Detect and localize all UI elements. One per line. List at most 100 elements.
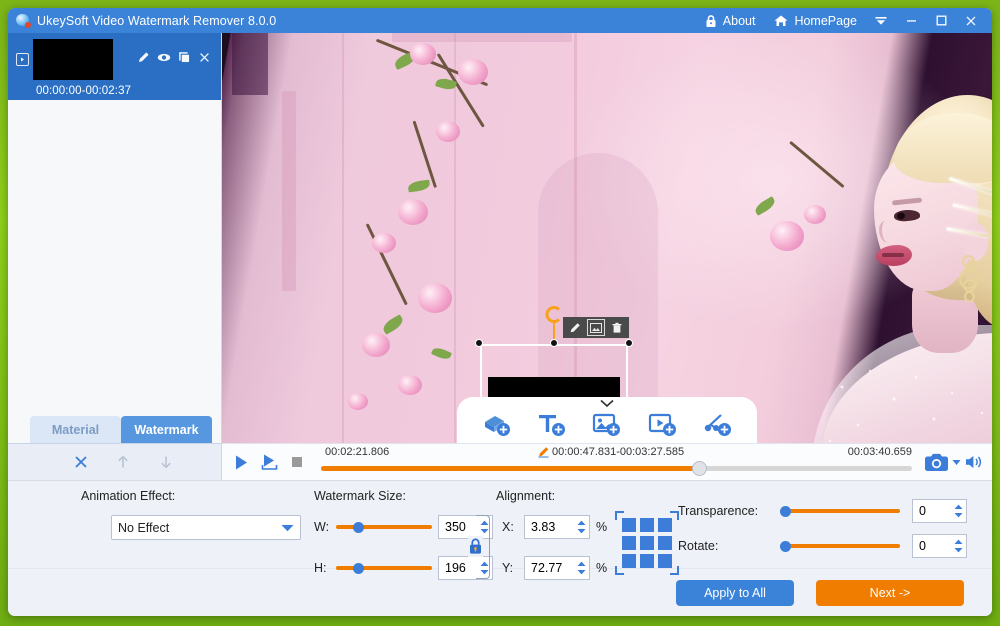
x-spin-arrows[interactable] [577, 520, 586, 534]
total-time-label: 00:03:40.659 [847, 445, 912, 458]
dress-sparkles [828, 347, 984, 443]
alignment-group: Alignment: X: 3.83 % Y: 72.77 % [496, 481, 679, 580]
trash-icon[interactable] [608, 319, 626, 336]
transparence-value: 0 [919, 504, 926, 518]
video-thumbnail[interactable] [33, 39, 113, 80]
play-selection-button[interactable] [260, 452, 281, 473]
close-button[interactable] [956, 8, 986, 33]
animation-effect-value: No Effect [118, 520, 170, 535]
timeline-bar: 00:02:21.806 00:00:47.831-00:03:27.585 0… [222, 443, 992, 480]
watermark-size-group: Watermark Size: W: 350 H: 196 [308, 481, 493, 580]
selection-range-label: 00:00:47.831-00:03:27.585 [551, 445, 685, 458]
sidebar-tabs: Material Watermark [8, 416, 221, 443]
rotate-slider[interactable] [780, 539, 900, 553]
timeline-progress[interactable] [321, 460, 912, 476]
homepage-button[interactable]: HomePage [764, 8, 866, 33]
align-bottom-left[interactable] [622, 554, 636, 568]
rotate-label: Rotate: [678, 539, 719, 553]
width-slider[interactable] [336, 520, 432, 534]
add-mosaic-button[interactable] [482, 411, 511, 438]
pencil-icon[interactable] [537, 446, 549, 458]
image-swap-icon[interactable] [587, 319, 605, 336]
app-window: UkeySoft Video Watermark Remover 8.0.0 A… [8, 8, 992, 616]
lock-icon [704, 14, 718, 28]
apply-to-all-button[interactable]: Apply to All [676, 579, 794, 606]
tab-material[interactable]: Material [30, 416, 121, 443]
align-top-center[interactable] [640, 518, 654, 532]
transparence-slider[interactable] [780, 504, 900, 518]
app-logo-icon [16, 13, 31, 28]
width-value: 350 [445, 520, 466, 534]
align-top-right[interactable] [658, 518, 672, 532]
camera-icon[interactable] [924, 452, 949, 472]
rotate-stepper[interactable]: 0 [912, 534, 967, 558]
add-image-button[interactable] [592, 411, 621, 438]
pencil-icon[interactable] [566, 319, 584, 336]
minimize-button[interactable] [896, 8, 926, 33]
title-bar: UkeySoft Video Watermark Remover 8.0.0 A… [8, 8, 992, 33]
width-row: W: 350 [314, 515, 493, 539]
align-bottom-center[interactable] [640, 554, 654, 568]
chevron-down-icon [281, 524, 294, 532]
home-icon [773, 14, 789, 28]
timeline-labels: 00:02:21.806 00:00:47.831-00:03:27.585 0… [313, 446, 914, 461]
add-effect-button[interactable] [703, 411, 732, 438]
watermark-list-actions [8, 443, 221, 480]
titlebar-actions: About HomePage [695, 8, 986, 33]
x-stepper[interactable]: 3.83 [524, 515, 590, 539]
rotate-spin-arrows[interactable] [954, 539, 963, 553]
y-stepper[interactable]: 72.77 [524, 556, 590, 580]
copy-icon[interactable] [178, 51, 191, 64]
chevron-down-icon[interactable] [952, 458, 961, 466]
close-icon[interactable] [198, 51, 211, 64]
footer-actions: Apply to All Next -> [8, 568, 992, 616]
move-down-button[interactable] [157, 453, 175, 471]
height-row: H: 196 [314, 556, 493, 580]
pencil-icon[interactable] [137, 51, 150, 64]
animation-effect-select[interactable]: No Effect [111, 515, 301, 540]
delete-watermark-button[interactable] [72, 453, 90, 471]
align-top-left[interactable] [622, 518, 636, 532]
align-middle-center[interactable] [640, 536, 654, 550]
transparence-stepper[interactable]: 0 [912, 499, 967, 523]
timeline-track[interactable]: 00:02:21.806 00:00:47.831-00:03:27.585 0… [313, 444, 914, 481]
media-list-item[interactable]: 00:00:00-00:02:37 [8, 33, 221, 100]
eye-icon[interactable] [157, 51, 171, 64]
align-middle-right[interactable] [658, 536, 672, 550]
resize-handle-ne[interactable] [625, 339, 633, 347]
speaker-icon[interactable] [964, 453, 984, 471]
watermark-tools [563, 317, 629, 338]
move-up-button[interactable] [114, 453, 132, 471]
tab-watermark[interactable]: Watermark [121, 416, 212, 443]
next-button[interactable]: Next -> [816, 579, 964, 606]
maximize-button[interactable] [926, 8, 956, 33]
add-text-button[interactable] [537, 411, 566, 438]
y-spin-arrows[interactable] [577, 561, 586, 575]
animation-effect-label: Animation Effect: [81, 489, 176, 503]
titlebar-dropdown-button[interactable] [866, 8, 896, 33]
stop-button[interactable] [290, 455, 304, 469]
play-button[interactable] [232, 453, 251, 472]
lock-icon[interactable] [468, 536, 483, 557]
transparence-spin-arrows[interactable] [954, 504, 963, 518]
resize-handle-nw[interactable] [475, 339, 483, 347]
chevron-down-icon[interactable] [600, 399, 615, 408]
width-label: W: [314, 520, 330, 534]
play-small-icon[interactable] [16, 53, 29, 66]
watermark-size-label: Watermark Size: [314, 489, 406, 503]
y-unit: % [596, 561, 608, 575]
y-label: Y: [502, 561, 514, 575]
video-preview[interactable] [222, 33, 992, 443]
x-row: X: 3.83 % [502, 515, 607, 539]
media-item-time-range: 00:00:00-00:02:37 [36, 85, 132, 97]
minimize-icon [905, 14, 918, 27]
resize-handle-n[interactable] [550, 339, 558, 347]
watermark-controls: Animation Effect: No Effect Watermark Si… [8, 480, 992, 580]
alignment-grid-icon[interactable] [615, 511, 679, 575]
height-slider[interactable] [336, 561, 432, 575]
about-button[interactable]: About [695, 8, 765, 33]
x-value: 3.83 [531, 520, 556, 534]
add-watermark-toolbar [457, 397, 757, 443]
align-middle-left[interactable] [622, 536, 636, 550]
add-video-button[interactable] [648, 411, 677, 438]
